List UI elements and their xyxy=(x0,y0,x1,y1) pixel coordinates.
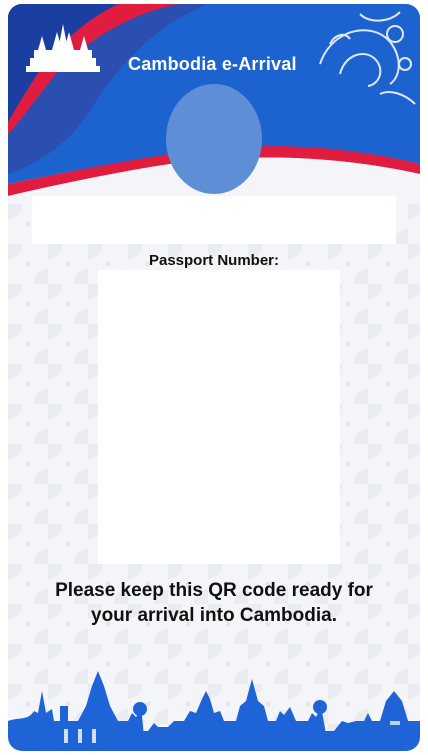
angkor-wat-icon xyxy=(24,22,102,74)
arrival-message-line-1: Please keep this QR code ready for xyxy=(55,580,373,601)
cambodia-skyline-icon xyxy=(8,651,420,751)
passport-number-label: Passport Number: xyxy=(148,252,280,269)
qr-code xyxy=(98,270,340,564)
name-field xyxy=(32,196,396,244)
avatar xyxy=(166,84,262,194)
arrival-message-line-2: your arrival into Cambodia. xyxy=(91,605,337,626)
khmer-ornament-icon xyxy=(310,4,420,114)
app-title: Cambodia e-Arrival xyxy=(128,54,297,74)
arrival-message: Please keep this QR code ready for your … xyxy=(8,578,420,628)
e-arrival-card: Cambodia e-Arrival Passport Number: Plea… xyxy=(8,4,420,751)
